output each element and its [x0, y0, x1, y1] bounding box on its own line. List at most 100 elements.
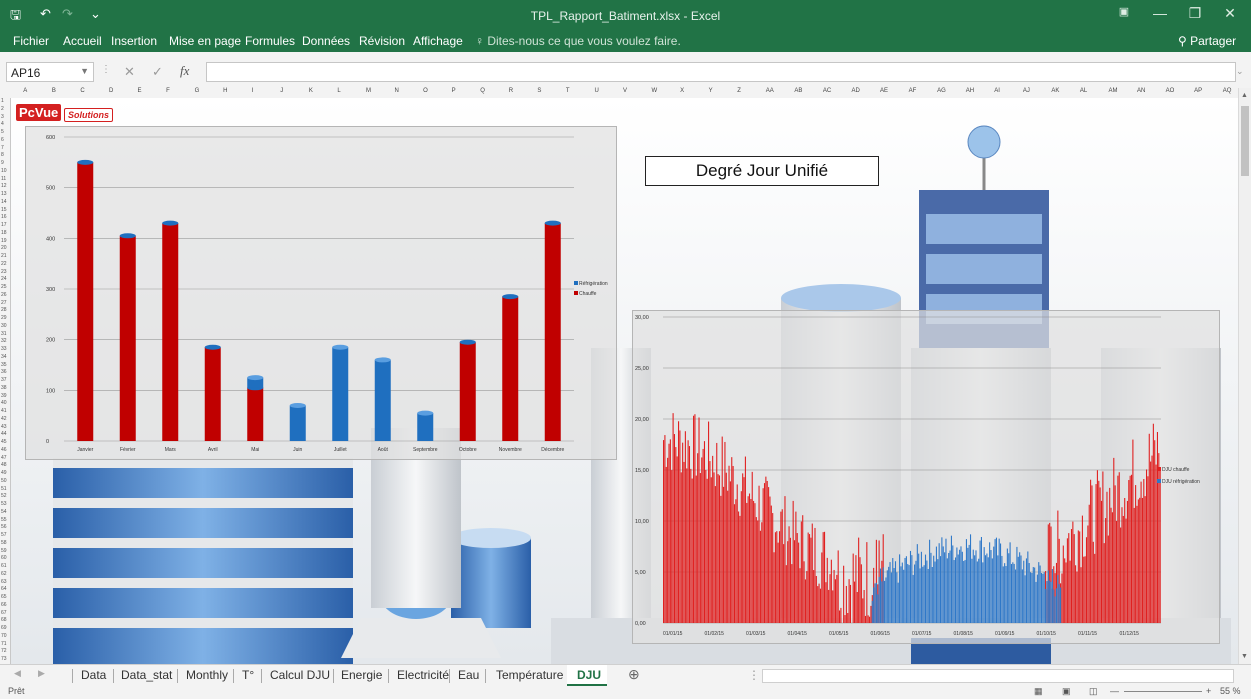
row-header[interactable]: 30: [1, 323, 7, 329]
row-header[interactable]: 35: [1, 362, 7, 368]
row-header[interactable]: 5: [1, 129, 4, 135]
row-header[interactable]: 19: [1, 238, 7, 244]
row-header[interactable]: 6: [1, 137, 4, 143]
row-header[interactable]: 68: [1, 617, 7, 623]
row-header[interactable]: 36: [1, 369, 7, 375]
tab-revision[interactable]: Révision: [359, 34, 405, 48]
tab-affichage[interactable]: Affichage: [413, 34, 463, 48]
row-header[interactable]: 15: [1, 207, 7, 213]
row-header[interactable]: 71: [1, 641, 7, 647]
column-header[interactable]: U: [594, 88, 598, 94]
row-header[interactable]: 9: [1, 160, 4, 166]
chevron-down-icon[interactable]: ▼: [80, 66, 89, 76]
restore-icon[interactable]: ❐: [1185, 5, 1205, 22]
sheet-tab-eau[interactable]: Eau: [458, 668, 479, 682]
row-header[interactable]: 69: [1, 625, 7, 631]
row-header[interactable]: 13: [1, 191, 7, 197]
sheet-tab-temp-short[interactable]: T°: [242, 668, 254, 682]
sheet-tab-energie[interactable]: Energie: [341, 668, 382, 682]
prev-sheet-icon[interactable]: ◀: [14, 668, 21, 679]
row-header[interactable]: 47: [1, 455, 7, 461]
row-header[interactable]: 27: [1, 300, 7, 306]
column-header[interactable]: Z: [737, 88, 741, 94]
page-break-icon[interactable]: ◫: [1089, 686, 1098, 697]
column-header[interactable]: S: [537, 88, 541, 94]
add-sheet-icon[interactable]: ⊕: [628, 666, 640, 683]
sheet-tab-electricite[interactable]: Electricité: [397, 668, 449, 682]
column-header[interactable]: M: [366, 88, 371, 94]
tab-mise-en-page[interactable]: Mise en page: [169, 34, 241, 48]
row-header[interactable]: 50: [1, 478, 7, 484]
row-header[interactable]: 48: [1, 462, 7, 468]
column-header[interactable]: F: [166, 88, 170, 94]
close-icon[interactable]: ✕: [1220, 5, 1240, 22]
row-header[interactable]: 4: [1, 121, 4, 127]
column-header[interactable]: A: [23, 88, 27, 94]
column-header[interactable]: C: [80, 88, 84, 94]
column-header[interactable]: AF: [909, 88, 917, 94]
tell-me-box[interactable]: ♀ Dites-nous ce que vous voulez faire.: [475, 34, 681, 48]
column-header[interactable]: AP: [1194, 88, 1202, 94]
row-header[interactable]: 60: [1, 555, 7, 561]
row-header[interactable]: 3: [1, 114, 4, 120]
normal-view-icon[interactable]: ▦: [1034, 686, 1043, 697]
share-button[interactable]: ⚲ Partager: [1178, 34, 1236, 48]
tab-split-handle[interactable]: ⋮: [748, 668, 760, 682]
row-header[interactable]: 46: [1, 447, 7, 453]
row-header[interactable]: 11: [1, 176, 6, 182]
row-header[interactable]: 56: [1, 524, 7, 530]
column-header[interactable]: AK: [1051, 88, 1059, 94]
next-sheet-icon[interactable]: ▶: [38, 668, 45, 679]
daily-dju-chart[interactable]: 0,00 5,00 10,00 15,00 20,00 25,00 30,00 01/01/1…: [632, 310, 1220, 644]
row-header[interactable]: 41: [1, 408, 7, 414]
row-header[interactable]: 59: [1, 548, 7, 554]
row-header[interactable]: 67: [1, 610, 7, 616]
column-header[interactable]: O: [423, 88, 428, 94]
column-header[interactable]: AL: [1080, 88, 1087, 94]
row-header[interactable]: 54: [1, 509, 7, 515]
row-header[interactable]: 57: [1, 532, 7, 538]
sheet-tab-calcul-dju[interactable]: Calcul DJU: [270, 668, 330, 682]
row-header[interactable]: 63: [1, 579, 7, 585]
scroll-up-icon[interactable]: ▲: [1241, 92, 1248, 99]
row-header[interactable]: 22: [1, 261, 7, 267]
column-header[interactable]: E: [138, 88, 142, 94]
row-header[interactable]: 73: [1, 656, 7, 662]
column-header[interactable]: T: [566, 88, 570, 94]
sheet-tab-dju[interactable]: DJU: [577, 668, 601, 682]
zoom-level[interactable]: 55 %: [1220, 686, 1241, 696]
row-header[interactable]: 38: [1, 385, 7, 391]
row-header[interactable]: 33: [1, 346, 7, 352]
row-header[interactable]: 21: [1, 253, 7, 259]
row-header[interactable]: 20: [1, 245, 7, 251]
column-header[interactable]: AB: [794, 88, 802, 94]
monthly-dju-chart[interactable]: 0 100 200 300 400 500 600 Janvier Février Mars Avr…: [25, 126, 617, 460]
ribbon-display-icon[interactable]: ▣: [1114, 5, 1134, 18]
row-header[interactable]: 2: [1, 106, 4, 112]
cancel-icon[interactable]: ✕: [124, 64, 135, 80]
row-header[interactable]: 12: [1, 183, 7, 189]
row-header[interactable]: 24: [1, 276, 7, 282]
tab-formules[interactable]: Formules: [245, 34, 295, 48]
column-header[interactable]: V: [623, 88, 627, 94]
minimize-icon[interactable]: —: [1150, 5, 1170, 21]
row-header[interactable]: 55: [1, 517, 7, 523]
row-header[interactable]: 10: [1, 168, 7, 174]
insert-function-icon[interactable]: fx: [180, 63, 189, 79]
column-header[interactable]: AI: [994, 88, 1000, 94]
column-header[interactable]: B: [52, 88, 56, 94]
row-header[interactable]: 52: [1, 493, 7, 499]
column-header[interactable]: AM: [1108, 88, 1117, 94]
sheet-tab-temperature[interactable]: Température: [496, 668, 563, 682]
column-header[interactable]: D: [109, 88, 113, 94]
column-header[interactable]: AN: [1137, 88, 1145, 94]
row-header[interactable]: 34: [1, 354, 7, 360]
column-header[interactable]: W: [652, 88, 658, 94]
row-header[interactable]: 23: [1, 269, 7, 275]
sheet-tab-monthly[interactable]: Monthly: [186, 668, 228, 682]
row-header[interactable]: 64: [1, 586, 7, 592]
row-header[interactable]: 37: [1, 377, 7, 383]
row-header[interactable]: 49: [1, 470, 7, 476]
row-header[interactable]: 72: [1, 648, 7, 654]
column-header[interactable]: AE: [880, 88, 888, 94]
